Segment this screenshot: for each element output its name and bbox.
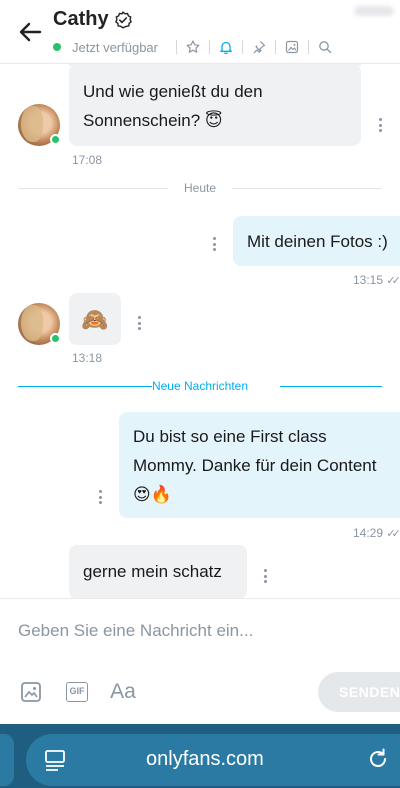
message-time: 13:15 ✓✓ [353, 273, 400, 287]
page-info-icon[interactable] [44, 748, 66, 772]
gif-button[interactable]: GIF [65, 681, 89, 703]
gallery-icon[interactable] [284, 39, 300, 55]
search-icon[interactable] [317, 39, 333, 55]
online-indicator [50, 333, 61, 344]
message-emoji: 🙈 [81, 306, 109, 332]
url-field[interactable]: onlyfans.com [26, 734, 400, 786]
avatar[interactable] [18, 303, 61, 345]
message-text: Mommy. Danke für dein Content [133, 456, 377, 475]
message-emoji: 😍🔥 [133, 485, 172, 504]
avatar[interactable] [18, 104, 61, 146]
outgoing-message[interactable]: Mit deinen Fotos :) [233, 216, 400, 266]
incoming-message[interactable]: 🙈 [69, 293, 121, 345]
verified-icon [114, 11, 132, 29]
outgoing-message[interactable]: Du bist so eine First class Mommy. Danke… [119, 412, 400, 518]
send-button[interactable]: SENDEN [318, 672, 400, 712]
gif-icon: GIF [66, 682, 88, 702]
message-time: 13:18 [72, 351, 103, 365]
bell-icon[interactable] [218, 39, 234, 55]
browser-address-bar: onlyfans.com [0, 724, 400, 788]
read-receipt-icon: ✓✓ [386, 528, 400, 540]
message-options-icon[interactable] [98, 490, 102, 504]
divider [176, 40, 177, 54]
blurred-label [354, 6, 394, 16]
message-options-icon[interactable] [378, 118, 382, 132]
status-text: Jetzt verfügbar [72, 39, 158, 55]
url-text[interactable]: onlyfans.com [146, 748, 326, 771]
message-time: 17:08 [72, 153, 103, 167]
status-row: Jetzt verfügbar [53, 38, 333, 56]
message-text: gerne mein schatz [83, 562, 222, 581]
message-options-icon[interactable] [263, 569, 267, 583]
message-text: Mit deinen Fotos :) [247, 232, 388, 251]
message-time: 14:29 ✓✓ [353, 526, 400, 540]
online-indicator [53, 43, 61, 51]
divider [209, 40, 210, 54]
incoming-message[interactable]: gerne mein schatz [69, 545, 247, 598]
message-text: Du bist so eine First class [133, 427, 327, 446]
divider [242, 40, 243, 54]
new-messages-divider: Neue Nachrichten [18, 379, 382, 393]
date-divider: Heute [18, 181, 382, 195]
message-text: Und wie genießt du den [83, 82, 263, 101]
contact-name[interactable]: Cathy [53, 8, 109, 31]
pin-icon[interactable] [251, 39, 267, 55]
online-indicator [50, 134, 61, 145]
tab-switcher[interactable] [0, 734, 14, 786]
message-options-icon[interactable] [137, 316, 141, 330]
message-input[interactable] [18, 619, 378, 643]
incoming-message[interactable]: Und wie genießt du den Sonnenschein? 😇 [69, 64, 361, 146]
message-options-icon[interactable] [212, 237, 216, 251]
back-arrow-icon[interactable] [16, 18, 44, 46]
message-list[interactable]: Und wie genießt du den Sonnenschein? 😇 1… [0, 64, 400, 598]
message-text: Sonnenschein? 😇 [83, 111, 223, 130]
reload-icon[interactable] [366, 747, 390, 771]
read-receipt-icon: ✓✓ [386, 275, 400, 287]
divider [275, 40, 276, 54]
divider [308, 40, 309, 54]
star-icon[interactable] [185, 39, 201, 55]
text-format-button[interactable]: Aa [109, 680, 137, 703]
image-icon[interactable] [19, 681, 43, 703]
chat-header: Cathy Jetzt verfügbar [0, 0, 400, 64]
